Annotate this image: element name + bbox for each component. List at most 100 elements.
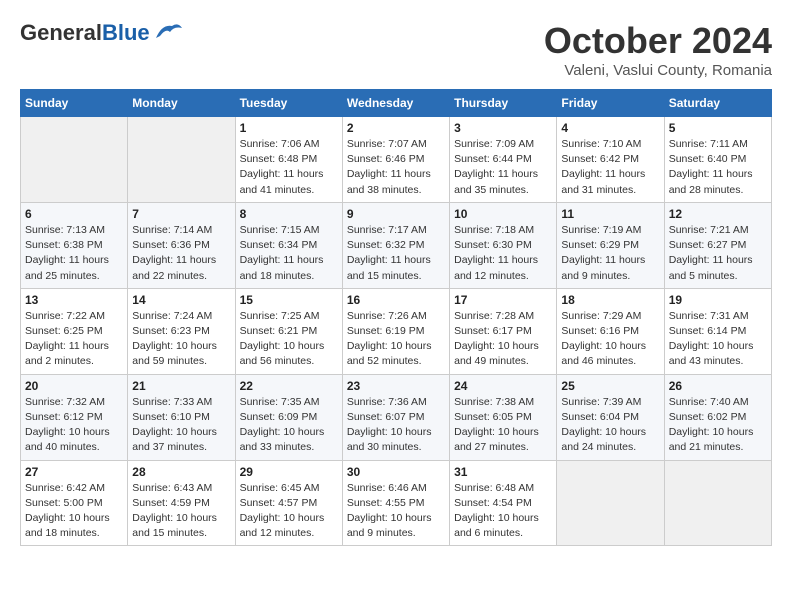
weekday-header: Monday [128,90,235,117]
weekday-header: Tuesday [235,90,342,117]
day-info: Sunrise: 7:06 AM Sunset: 6:48 PM Dayligh… [240,137,338,198]
day-info: Sunrise: 7:21 AM Sunset: 6:27 PM Dayligh… [669,223,767,284]
weekday-header: Wednesday [342,90,449,117]
calendar-cell: 15 Sunrise: 7:25 AM Sunset: 6:21 PM Dayli… [235,288,342,374]
calendar-cell: 31 Sunrise: 6:48 AM Sunset: 4:54 PM Dayli… [450,460,557,546]
day-info: Sunrise: 6:42 AM Sunset: 5:00 PM Dayligh… [25,481,123,542]
calendar-cell: 16 Sunrise: 7:26 AM Sunset: 6:19 PM Dayli… [342,288,449,374]
day-number: 4 [561,121,659,135]
calendar-cell: 22 Sunrise: 7:35 AM Sunset: 6:09 PM Dayli… [235,374,342,460]
day-number: 29 [240,465,338,479]
title-block: October 2024 Valeni, Vaslui County, Roma… [544,20,772,79]
day-info: Sunrise: 6:48 AM Sunset: 4:54 PM Dayligh… [454,481,552,542]
calendar-cell [557,460,664,546]
calendar-cell: 9Sunrise: 7:17 AM Sunset: 6:32 PM Daylig… [342,202,449,288]
weekday-header: Friday [557,90,664,117]
calendar-week-row: 13 Sunrise: 7:22 AM Sunset: 6:25 PM Dayli… [21,288,772,374]
day-number: 1 [240,121,338,135]
calendar-cell: 5 Sunrise: 7:11 AM Sunset: 6:40 PM Daylig… [664,117,771,203]
weekday-header: Thursday [450,90,557,117]
location: Valeni, Vaslui County, Romania [544,62,772,79]
day-info: Sunrise: 7:35 AM Sunset: 6:09 PM Dayligh… [240,395,338,456]
logo-blue: Blue [102,20,150,45]
day-info: Sunrise: 7:32 AM Sunset: 6:12 PM Dayligh… [25,395,123,456]
day-number: 13 [25,293,123,307]
calendar-cell: 14 Sunrise: 7:24 AM Sunset: 6:23 PM Dayli… [128,288,235,374]
calendar-cell: 11 Sunrise: 7:19 AM Sunset: 6:29 PM Dayli… [557,202,664,288]
calendar-cell: 19 Sunrise: 7:31 AM Sunset: 6:14 PM Dayli… [664,288,771,374]
day-number: 21 [132,379,230,393]
day-number: 16 [347,293,445,307]
calendar-cell: 24 Sunrise: 7:38 AM Sunset: 6:05 PM Dayli… [450,374,557,460]
day-number: 11 [561,207,659,221]
calendar-cell [21,117,128,203]
page-header: GeneralBlue October 2024 Valeni, Vaslui … [20,20,772,79]
day-info: Sunrise: 6:43 AM Sunset: 4:59 PM Dayligh… [132,481,230,542]
calendar-cell: 4 Sunrise: 7:10 AM Sunset: 6:42 PM Daylig… [557,117,664,203]
calendar-cell: 2 Sunrise: 7:07 AM Sunset: 6:46 PM Daylig… [342,117,449,203]
day-number: 19 [669,293,767,307]
calendar-week-row: 1 Sunrise: 7:06 AM Sunset: 6:48 PM Daylig… [21,117,772,203]
day-info: Sunrise: 7:10 AM Sunset: 6:42 PM Dayligh… [561,137,659,198]
day-number: 18 [561,293,659,307]
weekday-header: Saturday [664,90,771,117]
calendar-week-row: 6 Sunrise: 7:13 AM Sunset: 6:38 PM Daylig… [21,202,772,288]
day-number: 30 [347,465,445,479]
day-number: 3 [454,121,552,135]
calendar-cell: 18 Sunrise: 7:29 AM Sunset: 6:16 PM Dayli… [557,288,664,374]
logo-general: General [20,20,102,45]
day-info: Sunrise: 7:38 AM Sunset: 6:05 PM Dayligh… [454,395,552,456]
day-info: Sunrise: 6:45 AM Sunset: 4:57 PM Dayligh… [240,481,338,542]
day-info: Sunrise: 7:40 AM Sunset: 6:02 PM Dayligh… [669,395,767,456]
day-number: 12 [669,207,767,221]
day-number: 27 [25,465,123,479]
day-info: Sunrise: 7:22 AM Sunset: 6:25 PM Dayligh… [25,309,123,370]
calendar-week-row: 20 Sunrise: 7:32 AM Sunset: 6:12 PM Dayli… [21,374,772,460]
day-info: Sunrise: 7:31 AM Sunset: 6:14 PM Dayligh… [669,309,767,370]
day-info: Sunrise: 7:33 AM Sunset: 6:10 PM Dayligh… [132,395,230,456]
day-number: 17 [454,293,552,307]
day-info: Sunrise: 6:46 AM Sunset: 4:55 PM Dayligh… [347,481,445,542]
day-number: 5 [669,121,767,135]
logo: GeneralBlue [20,20,184,46]
calendar-cell: 30 Sunrise: 6:46 AM Sunset: 4:55 PM Dayli… [342,460,449,546]
day-number: 6 [25,207,123,221]
weekday-header: Sunday [21,90,128,117]
day-info: Sunrise: 7:26 AM Sunset: 6:19 PM Dayligh… [347,309,445,370]
calendar-cell: 23Sunrise: 7:36 AM Sunset: 6:07 PM Dayli… [342,374,449,460]
day-number: 15 [240,293,338,307]
calendar-cell: 29 Sunrise: 6:45 AM Sunset: 4:57 PM Dayli… [235,460,342,546]
calendar-cell: 7Sunrise: 7:14 AM Sunset: 6:36 PM Daylig… [128,202,235,288]
day-info: Sunrise: 7:19 AM Sunset: 6:29 PM Dayligh… [561,223,659,284]
calendar-cell [664,460,771,546]
day-number: 23 [347,379,445,393]
calendar-cell: 3Sunrise: 7:09 AM Sunset: 6:44 PM Daylig… [450,117,557,203]
day-number: 24 [454,379,552,393]
day-number: 28 [132,465,230,479]
day-info: Sunrise: 7:11 AM Sunset: 6:40 PM Dayligh… [669,137,767,198]
calendar-cell: 13 Sunrise: 7:22 AM Sunset: 6:25 PM Dayli… [21,288,128,374]
day-number: 14 [132,293,230,307]
calendar-cell: 26Sunrise: 7:40 AM Sunset: 6:02 PM Dayli… [664,374,771,460]
calendar-cell: 6 Sunrise: 7:13 AM Sunset: 6:38 PM Daylig… [21,202,128,288]
day-info: Sunrise: 7:13 AM Sunset: 6:38 PM Dayligh… [25,223,123,284]
day-info: Sunrise: 7:25 AM Sunset: 6:21 PM Dayligh… [240,309,338,370]
day-number: 9 [347,207,445,221]
calendar-cell [128,117,235,203]
day-number: 25 [561,379,659,393]
day-info: Sunrise: 7:24 AM Sunset: 6:23 PM Dayligh… [132,309,230,370]
day-info: Sunrise: 7:07 AM Sunset: 6:46 PM Dayligh… [347,137,445,198]
calendar-cell: 20 Sunrise: 7:32 AM Sunset: 6:12 PM Dayli… [21,374,128,460]
calendar-cell: 10 Sunrise: 7:18 AM Sunset: 6:30 PM Dayli… [450,202,557,288]
day-info: Sunrise: 7:18 AM Sunset: 6:30 PM Dayligh… [454,223,552,284]
day-number: 20 [25,379,123,393]
day-number: 2 [347,121,445,135]
day-info: Sunrise: 7:29 AM Sunset: 6:16 PM Dayligh… [561,309,659,370]
day-number: 10 [454,207,552,221]
calendar-cell: 27 Sunrise: 6:42 AM Sunset: 5:00 PM Dayli… [21,460,128,546]
day-number: 22 [240,379,338,393]
day-info: Sunrise: 7:39 AM Sunset: 6:04 PM Dayligh… [561,395,659,456]
calendar-cell: 25 Sunrise: 7:39 AM Sunset: 6:04 PM Dayli… [557,374,664,460]
calendar-cell: 12 Sunrise: 7:21 AM Sunset: 6:27 PM Dayli… [664,202,771,288]
day-number: 31 [454,465,552,479]
